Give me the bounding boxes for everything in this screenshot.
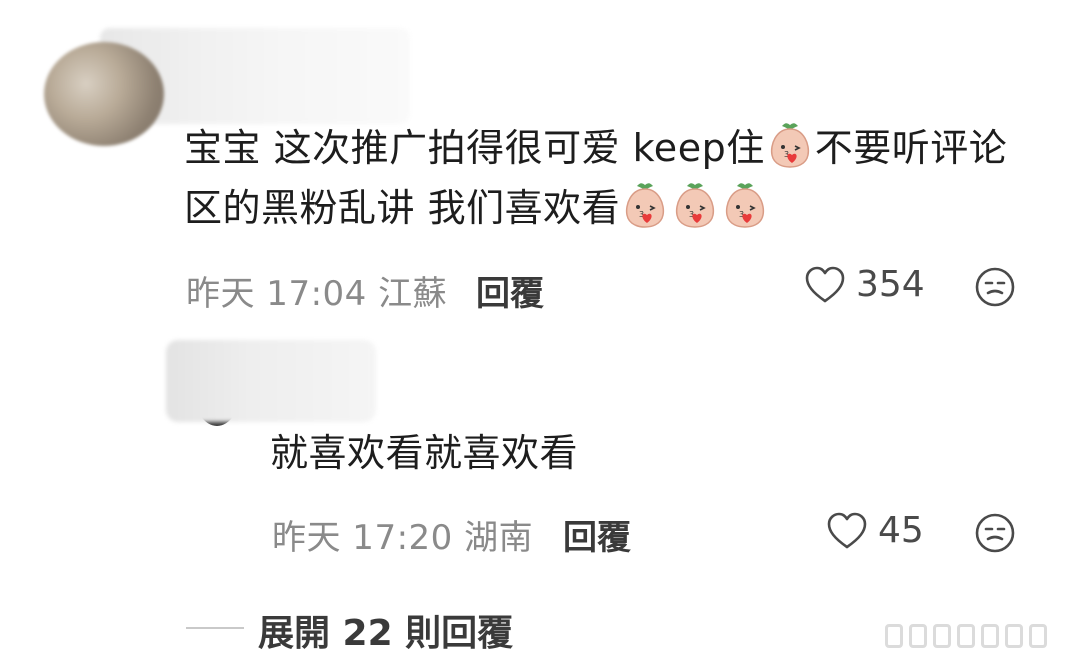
reply-username-blurred: [166, 340, 376, 422]
reply-button[interactable]: 回覆: [476, 266, 544, 315]
reply-reply-button[interactable]: 回覆: [563, 510, 631, 559]
expand-replies-button[interactable]: 展開 22 則回覆: [258, 604, 513, 656]
dislike-face-icon[interactable]: [974, 512, 1016, 554]
peach-blush-emoji-icon: 3: [675, 183, 715, 228]
like-button[interactable]: 354: [804, 264, 925, 305]
watermark: [885, 620, 1065, 652]
heart-icon: [805, 266, 845, 302]
avatar[interactable]: [44, 42, 164, 146]
reply-meta: 昨天 17:20 湖南: [272, 518, 534, 558]
like-count: 354: [856, 264, 925, 305]
peach-blush-emoji-icon: 3: [625, 183, 665, 228]
reply-like-button[interactable]: 45: [826, 510, 924, 551]
comment-meta: 昨天 17:04 江蘇: [186, 274, 448, 314]
comment-text: 宝宝 这次推广拍得很可爱 keep住 3 不要听评论区的黑粉乱讲 我们喜欢看 3…: [184, 118, 1044, 238]
expand-divider: [186, 627, 244, 629]
peach-blush-emoji-icon: 3: [770, 123, 809, 168]
reply-like-count: 45: [878, 510, 924, 551]
peach-blush-emoji-icon: 3: [725, 183, 765, 228]
comment-text-part-1: 宝宝 这次推广拍得很可爱 keep住: [184, 126, 765, 170]
dislike-face-icon[interactable]: [974, 266, 1016, 308]
reply-text: 就喜欢看就喜欢看: [270, 431, 579, 475]
heart-icon: [827, 512, 867, 548]
